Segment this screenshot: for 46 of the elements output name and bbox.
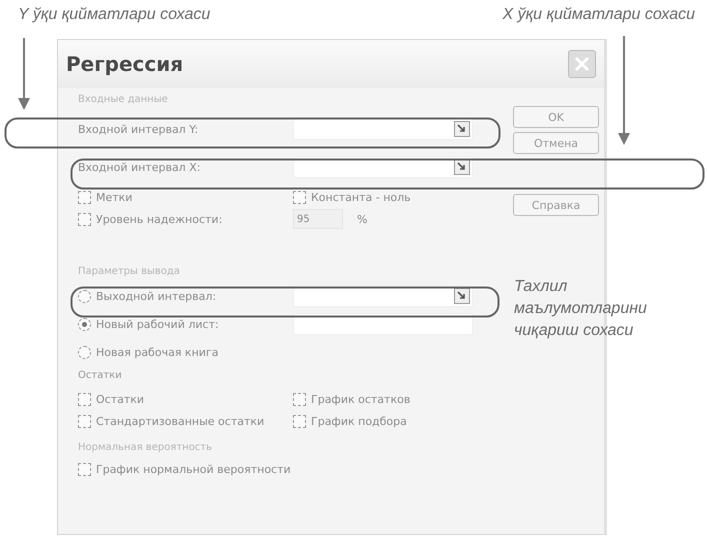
checkbox-label: График подбора (311, 414, 407, 428)
checkbox-label: Остатки (96, 392, 144, 406)
checkbox-label: Метки (96, 190, 132, 204)
checkbox-label: График остатков (311, 392, 410, 406)
arrow (18, 38, 30, 110)
radio-button[interactable] (78, 346, 91, 358)
dialog-title: Регрессия (66, 52, 184, 76)
group-label: Параметры вывода (78, 266, 181, 279)
checkbox-label: Константа - ноль (311, 190, 411, 204)
input-field[interactable] (293, 313, 473, 335)
annotation-text: Тахлил маълумотларини чиқариш сохаси (514, 277, 648, 341)
checkbox[interactable] (78, 414, 91, 428)
checkbox[interactable] (78, 190, 91, 204)
group-label: Остатки (78, 370, 123, 383)
checkbox-label: Стандартизованные остатки (96, 414, 264, 428)
checkbox[interactable] (78, 462, 91, 476)
checkbox-label: График нормальной вероятности (96, 462, 291, 476)
range-input-field[interactable] (293, 285, 473, 307)
field-label: Входной интервал X: (78, 160, 202, 174)
dialog-button[interactable]: OK (513, 106, 599, 128)
checkbox[interactable] (293, 414, 306, 428)
percent-label: % (357, 212, 368, 226)
range-select-icon[interactable] (454, 159, 470, 175)
radio-label: Выходной интервал: (96, 290, 216, 302)
range-input-field[interactable] (293, 118, 473, 140)
radio-button[interactable] (78, 318, 91, 330)
annotation-text: Y ўқи қийматлари сохаси (18, 6, 210, 25)
group-label: Входные данные (78, 94, 169, 107)
checkbox[interactable] (293, 190, 306, 204)
radio-label: Новый рабочий лист: (96, 318, 219, 330)
dialog-button[interactable]: Отмена (513, 132, 599, 154)
radio-button[interactable] (78, 290, 91, 302)
checkbox[interactable] (293, 392, 306, 406)
close-button[interactable] (568, 50, 596, 78)
checkbox[interactable] (78, 392, 91, 406)
radio-label: Новая рабочая книга (96, 346, 218, 358)
close-icon (574, 56, 590, 72)
range-select-icon[interactable] (454, 288, 470, 304)
checkbox[interactable] (78, 212, 91, 226)
range-input-field[interactable] (293, 156, 473, 178)
field-label: Входной интервал Y: (78, 122, 200, 136)
checkbox-label: Уровень надежности: (96, 212, 222, 226)
dialog-button[interactable]: Справка (513, 194, 599, 216)
range-select-icon[interactable] (454, 121, 470, 137)
annotation-text: X ўқи қийматлари сохаси (502, 6, 695, 25)
group-label: Нормальная вероятность (78, 442, 214, 455)
